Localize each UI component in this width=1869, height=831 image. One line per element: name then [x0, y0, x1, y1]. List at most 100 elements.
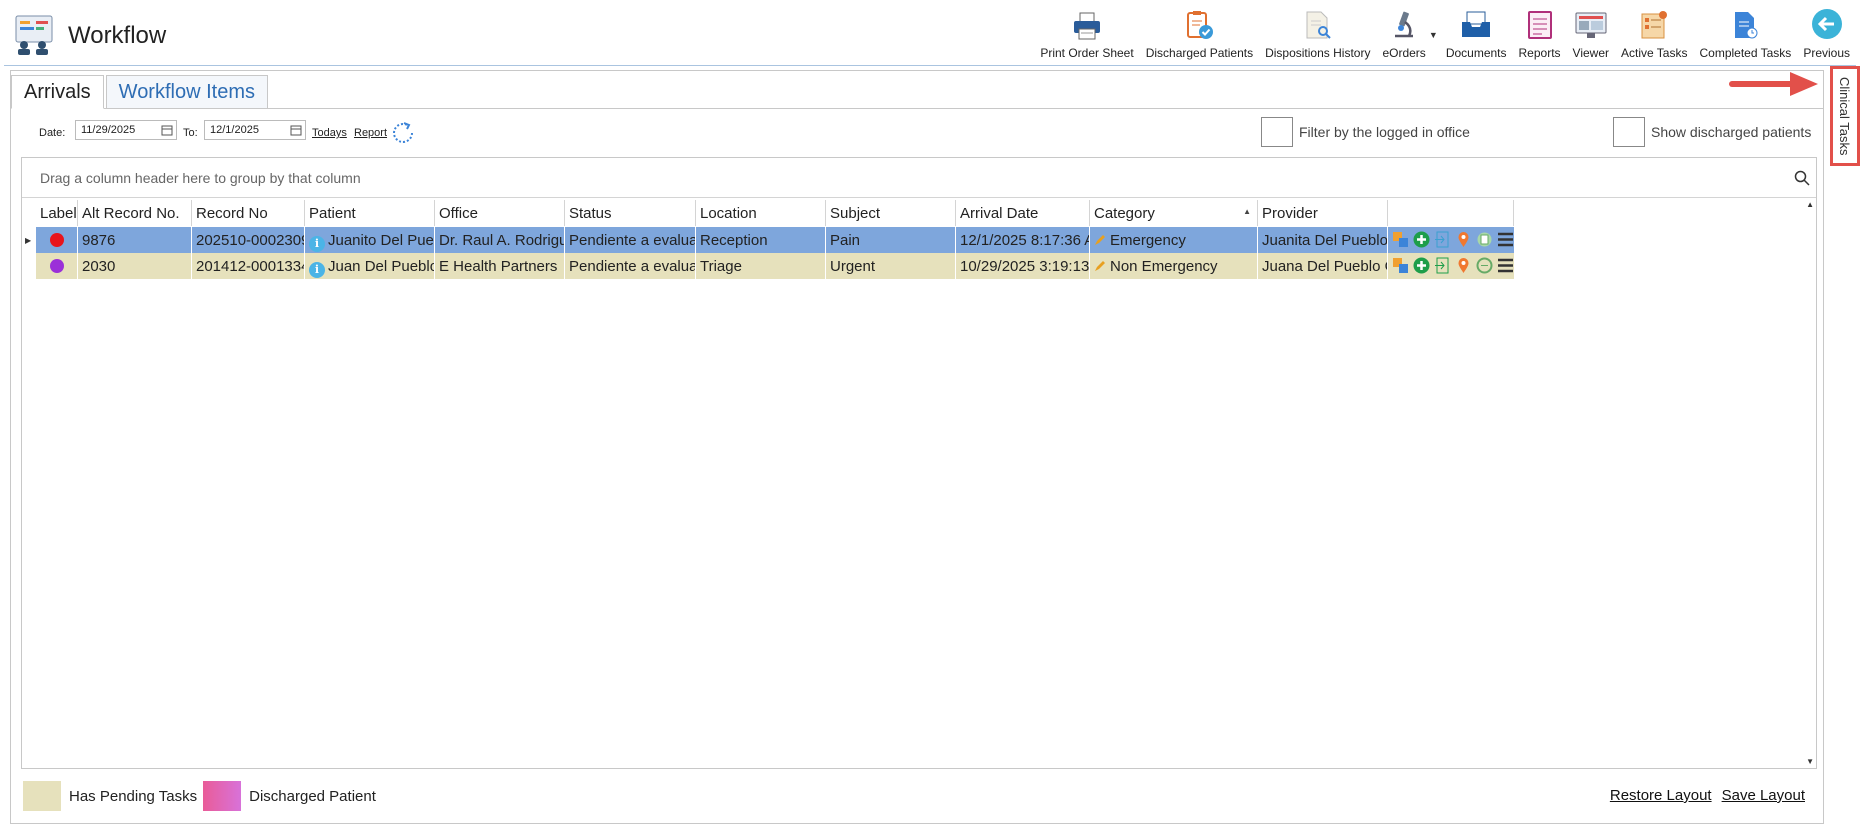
tab-arrivals[interactable]: Arrivals	[11, 75, 104, 109]
checkout-icon[interactable]	[1434, 230, 1451, 249]
assign-tasks-icon[interactable]	[1392, 256, 1409, 275]
date-from-value: 11/29/2025	[81, 124, 136, 136]
calendar-icon[interactable]	[161, 124, 173, 136]
menu-icon[interactable]	[1497, 230, 1514, 249]
group-by-hint: Drag a column header here to group by th…	[40, 170, 361, 186]
active-tasks-button[interactable]: Active Tasks	[1615, 6, 1693, 64]
notes-icon[interactable]	[1476, 230, 1493, 249]
add-icon[interactable]	[1413, 256, 1430, 275]
patient-cell[interactable]: iJuan Del Pueblo G	[305, 253, 435, 279]
documents-label: Documents	[1445, 46, 1507, 60]
row-actions	[1392, 256, 1514, 275]
sort-ascending-icon: ▲	[1243, 207, 1251, 216]
header: Workflow Print Order Sheet Discharged Pa…	[4, 2, 1856, 66]
location-pin-icon[interactable]	[1455, 230, 1472, 249]
print-order-sheet-button[interactable]: Print Order Sheet	[1034, 6, 1139, 64]
category-cell[interactable]: Non Emergency	[1090, 253, 1258, 279]
discharged-patients-label: Discharged Patients	[1145, 46, 1254, 60]
location-cell: Reception	[696, 227, 826, 253]
dispositions-history-label: Dispositions History	[1265, 46, 1371, 60]
assign-tasks-icon[interactable]	[1392, 230, 1409, 249]
pencil-icon[interactable]	[1094, 234, 1106, 246]
save-layout-link[interactable]: Save Layout	[1722, 787, 1805, 804]
location-pin-icon[interactable]	[1455, 256, 1472, 275]
filter-logged-office-checkbox[interactable]	[1261, 117, 1293, 147]
completed-tasks-button[interactable]: Completed Tasks	[1693, 6, 1797, 64]
legend: Has Pending Tasks Discharged Patient	[23, 781, 376, 811]
todays-link[interactable]: Todays	[312, 127, 347, 139]
column-header-office[interactable]: Office	[435, 200, 565, 226]
column-header-alt-record-no[interactable]: Alt Record No.	[78, 200, 192, 226]
inbox-tray-icon	[1462, 11, 1491, 37]
column-header-arrival-date[interactable]: Arrival Date	[956, 200, 1090, 226]
category-value: Emergency	[1110, 232, 1186, 249]
patient-cell[interactable]: iJuanito Del Pueblo	[305, 227, 435, 253]
eorders-button[interactable]: eOrders ▼	[1376, 6, 1438, 64]
subject-cell: Pain	[826, 227, 956, 253]
record-no-cell: 202510-0002309	[192, 227, 305, 253]
clinical-tasks-side-tab[interactable]: Clinical Tasks	[1830, 66, 1860, 166]
arrival-date-cell: 10/29/2025 3:19:13 PM	[956, 253, 1090, 279]
discharged-patient-swatch	[203, 781, 242, 811]
completed-tasks-label: Completed Tasks	[1699, 46, 1792, 60]
discharged-patients-button[interactable]: Discharged Patients	[1140, 6, 1259, 64]
arrival-date-cell: 12/1/2025 8:17:36 AM	[956, 227, 1090, 253]
row-actions	[1392, 230, 1514, 249]
discharged-patient-legend-label: Discharged Patient	[249, 787, 376, 805]
scroll-up-arrow-icon[interactable]: ▲	[1806, 200, 1814, 209]
pencil-icon[interactable]	[1094, 260, 1106, 272]
status-cell: Pendiente a evalua...	[565, 227, 696, 253]
column-header-category[interactable]: Category ▲	[1090, 200, 1258, 226]
patient-info-icon[interactable]: i	[309, 262, 325, 278]
label-color-dot	[50, 259, 64, 273]
column-header-patient[interactable]: Patient	[305, 200, 435, 226]
toolbar: Print Order Sheet Discharged Patients Di…	[1034, 6, 1856, 64]
viewer-button[interactable]: Viewer	[1567, 6, 1615, 64]
reports-button[interactable]: Reports	[1513, 6, 1567, 64]
category-cell[interactable]: Emergency	[1090, 227, 1258, 253]
subject-cell: Urgent	[826, 253, 956, 279]
page-title: Workflow	[68, 22, 167, 49]
tab-workflow-items[interactable]: Workflow Items	[105, 75, 268, 109]
report-icon	[1527, 11, 1552, 39]
workflow-logo-icon	[15, 15, 53, 55]
eorders-dropdown-caret-icon[interactable]: ▼	[1429, 30, 1438, 40]
print-order-sheet-label: Print Order Sheet	[1040, 46, 1134, 60]
date-from-field[interactable]: 11/29/2025	[75, 120, 177, 140]
current-row-indicator-icon: ▶	[25, 236, 32, 245]
dispositions-history-button[interactable]: Dispositions History	[1259, 6, 1376, 64]
show-discharged-checkbox[interactable]	[1613, 117, 1645, 147]
date-to-value: 12/1/2025	[210, 124, 259, 136]
refresh-icon[interactable]	[390, 120, 416, 146]
previous-button[interactable]: Previous	[1797, 6, 1856, 64]
column-header-provider[interactable]: Provider	[1258, 200, 1388, 226]
scroll-down-arrow-icon[interactable]: ▼	[1806, 757, 1814, 766]
column-header-subject[interactable]: Subject	[826, 200, 956, 226]
documents-button[interactable]: Documents	[1440, 6, 1513, 64]
add-icon[interactable]	[1413, 230, 1430, 249]
table-row[interactable]: 2030 201412-0001334 iJuan Del Pueblo G E…	[36, 253, 1514, 279]
annotation-arrow-icon	[1729, 72, 1818, 96]
patient-name: Juan Del Pueblo G	[328, 258, 435, 275]
date-to-field[interactable]: 12/1/2025	[204, 120, 306, 140]
task-list-icon	[1641, 11, 1668, 39]
table-row[interactable]: ▶ 9876 202510-0002309 iJuanito Del Puebl…	[25, 227, 1514, 253]
pending-tasks-swatch	[23, 781, 61, 811]
calendar-icon[interactable]	[290, 124, 302, 136]
column-header-location[interactable]: Location	[696, 200, 826, 226]
group-by-panel[interactable]: Drag a column header here to group by th…	[22, 158, 1816, 198]
back-arrow-icon	[1811, 9, 1842, 39]
search-icon[interactable]	[1794, 170, 1810, 186]
patient-name: Juanito Del Pueblo	[328, 232, 434, 249]
previous-label: Previous	[1803, 46, 1850, 60]
completed-tasks-icon	[1735, 12, 1758, 39]
column-header-status[interactable]: Status	[565, 200, 696, 226]
restore-layout-link[interactable]: Restore Layout	[1610, 787, 1712, 804]
report-link[interactable]: Report	[354, 127, 387, 139]
checkout-icon[interactable]	[1434, 256, 1451, 275]
notes-icon[interactable]	[1476, 256, 1493, 275]
menu-icon[interactable]	[1497, 256, 1514, 275]
patient-info-icon[interactable]: i	[309, 236, 325, 252]
column-header-record-no[interactable]: Record No	[192, 200, 305, 226]
column-header-label[interactable]: Label	[36, 200, 78, 226]
